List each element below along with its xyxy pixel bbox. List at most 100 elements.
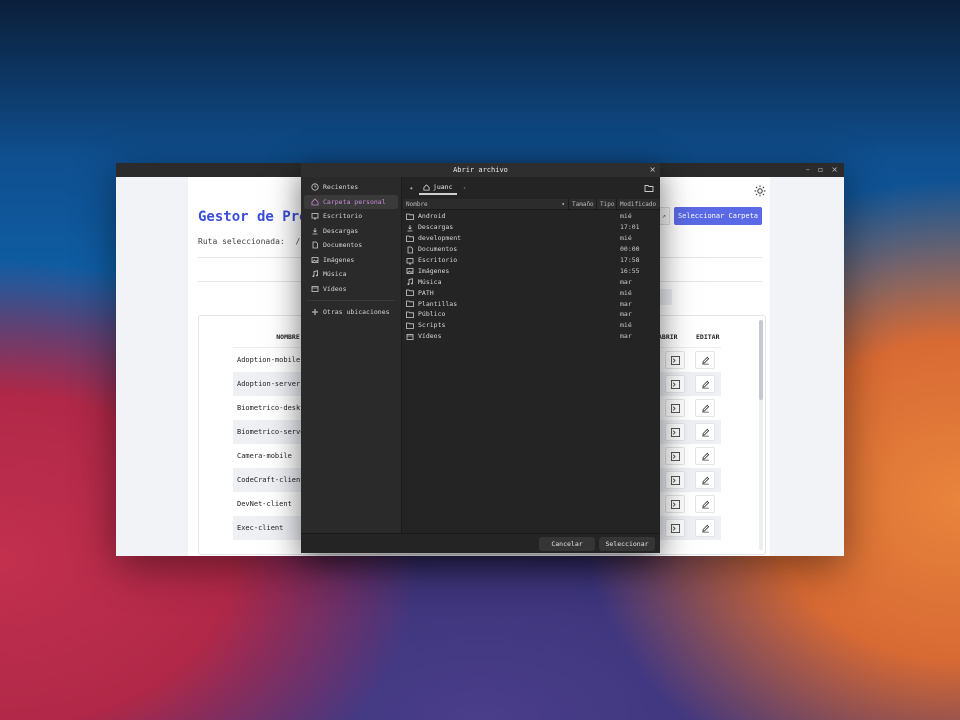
file-name-cell: Plantillas <box>403 300 617 308</box>
terminal-icon <box>670 451 680 461</box>
edit-button[interactable] <box>695 471 715 489</box>
folder-icon <box>406 213 414 220</box>
open-terminal-button[interactable] <box>665 447 685 465</box>
col-name[interactable]: Nombre ▾ <box>403 199 569 209</box>
file-row[interactable]: Escritorio 17:58 <box>403 255 660 266</box>
folder-icon <box>406 311 414 318</box>
folder-icon <box>406 300 414 307</box>
path-label: Ruta seleccionada: <box>198 237 285 246</box>
place-label: Documentos <box>323 241 363 250</box>
file-name: Imágenes <box>418 266 450 275</box>
edit-button[interactable] <box>695 375 715 393</box>
terminal-icon <box>670 379 680 389</box>
row-actions <box>665 351 715 369</box>
file-row[interactable]: development mié <box>403 233 660 244</box>
folder-icon <box>406 322 414 329</box>
home-icon <box>423 183 430 191</box>
open-file-dialog: Abrir archivo × Recientes Carpeta persona… <box>301 163 660 553</box>
row-actions <box>665 471 715 489</box>
select-folder-button[interactable]: Seleccionar Carpeta <box>674 207 762 225</box>
places-sidebar: Recientes Carpeta personal Escritorio Desca… <box>301 177 402 533</box>
edit-button[interactable] <box>695 351 715 369</box>
open-terminal-button[interactable] <box>665 423 685 441</box>
minimize-button[interactable]: – <box>806 163 810 177</box>
sun-icon[interactable] <box>754 185 766 197</box>
col-size[interactable]: Tamaño <box>569 199 597 209</box>
place-item[interactable]: Recientes <box>304 180 398 195</box>
file-row[interactable]: Vídeos mar <box>403 331 660 342</box>
file-row[interactable]: Plantillas mar <box>403 298 660 309</box>
file-name-cell: development <box>403 234 617 242</box>
file-row[interactable]: Scripts mié <box>403 320 660 331</box>
place-item[interactable]: Música <box>304 267 398 282</box>
col-modified[interactable]: Modificado <box>617 199 660 209</box>
file-modified: 17:58 <box>620 256 640 264</box>
place-item[interactable]: Descargas <box>304 224 398 239</box>
table-scrollbar[interactable] <box>759 320 763 550</box>
open-terminal-button[interactable] <box>665 471 685 489</box>
col-type[interactable]: Tipo <box>597 199 617 209</box>
document-icon <box>406 246 414 254</box>
file-name-cell: PATH <box>403 289 617 297</box>
edit-button[interactable] <box>695 495 715 513</box>
file-row[interactable]: Música mar <box>403 276 660 287</box>
open-terminal-button[interactable] <box>665 519 685 537</box>
pencil-icon <box>701 428 709 436</box>
other-locations-item[interactable]: Otras ubicaciones <box>304 305 398 320</box>
place-item[interactable]: Vídeos <box>304 282 398 297</box>
download-icon <box>311 227 319 235</box>
file-name: Documentos <box>418 245 458 254</box>
file-row[interactable]: PATH mié <box>403 287 660 298</box>
edit-button[interactable] <box>695 447 715 465</box>
path-bar: ◂ juanc › <box>403 177 660 199</box>
place-item[interactable]: Escritorio <box>304 209 398 224</box>
close-button[interactable]: × <box>831 163 838 177</box>
file-name-cell: Documentos <box>403 245 617 253</box>
place-item[interactable]: Documentos <box>304 238 398 253</box>
file-name-cell: Público <box>403 310 617 318</box>
file-row[interactable]: Público mar <box>403 309 660 320</box>
toolbar-button[interactable] <box>658 289 672 305</box>
place-item[interactable]: Carpeta personal <box>304 194 398 209</box>
project-name: Exec-client <box>237 524 284 532</box>
maximize-button[interactable]: ▫ <box>818 163 823 177</box>
row-actions <box>665 375 715 393</box>
new-folder-icon[interactable] <box>644 183 654 193</box>
dialog-footer: Cancelar Seleccionar <box>301 533 660 553</box>
place-label: Descargas <box>323 226 359 235</box>
edit-button[interactable] <box>695 423 715 441</box>
edit-button[interactable] <box>695 519 715 537</box>
file-row[interactable]: Imágenes 16:55 <box>403 265 660 276</box>
pencil-icon <box>701 356 709 364</box>
open-terminal-button[interactable] <box>665 399 685 417</box>
file-row[interactable]: Documentos 00:00 <box>403 244 660 255</box>
video-icon <box>311 285 319 293</box>
file-row[interactable]: Descargas 17:01 <box>403 222 660 233</box>
open-terminal-button[interactable] <box>665 375 685 393</box>
place-item[interactable]: Imágenes <box>304 253 398 268</box>
forward-arrow-icon[interactable]: › <box>463 184 467 192</box>
place-label: Escritorio <box>323 212 363 221</box>
open-terminal-button[interactable] <box>665 495 685 513</box>
select-button[interactable]: Seleccionar <box>599 537 655 551</box>
project-name: CodeCraft-client <box>237 476 305 484</box>
file-name: Android <box>418 212 446 221</box>
pencil-icon <box>701 476 709 484</box>
page-title: Gestor de Pro <box>198 209 308 225</box>
back-arrow-icon[interactable]: ◂ <box>409 184 413 192</box>
file-name: Plantillas <box>418 299 458 308</box>
pencil-icon <box>701 452 709 460</box>
breadcrumb-home[interactable]: juanc <box>418 181 457 195</box>
scrollbar-thumb[interactable] <box>759 320 763 400</box>
file-name-cell: Descargas <box>403 223 617 231</box>
col-name-label: Nombre <box>406 200 428 208</box>
document-icon <box>311 241 319 249</box>
open-terminal-button[interactable] <box>665 351 685 369</box>
cancel-button[interactable]: Cancelar <box>539 537 595 551</box>
file-modified: mié <box>620 321 632 330</box>
edit-button[interactable] <box>695 399 715 417</box>
dialog-close-button[interactable]: × <box>649 163 656 177</box>
file-row[interactable]: Android mié <box>403 211 660 222</box>
file-name-cell: Escritorio <box>403 256 617 264</box>
terminal-icon <box>670 403 680 413</box>
